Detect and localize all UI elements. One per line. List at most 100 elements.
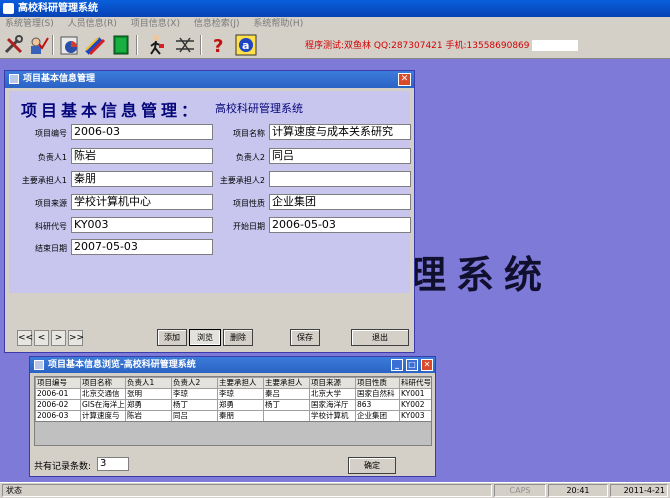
toolbar-separator <box>136 35 138 55</box>
project-grid: 项目编号 项目名称 负责人1 负责人2 主要承担人 主要承担人 项目来源 项目性… <box>34 376 432 422</box>
grid-cell[interactable]: 秦吕 <box>263 388 310 400</box>
grid-cell[interactable]: 2006-03 <box>35 410 81 421</box>
menu-help[interactable]: 系统帮助(H) <box>253 19 303 29</box>
record-count-field[interactable]: 3 <box>97 457 129 471</box>
grid-cell[interactable]: 北京交通信 <box>80 388 126 400</box>
form-button-bar: << < > >> 添加 浏览 删除 保存 退出 <box>9 329 410 349</box>
status-bar: 状态 CAPS 20:41 2011-4-21 <box>0 482 670 498</box>
nav-next-button[interactable]: > <box>51 330 66 346</box>
grid-cell[interactable]: 北京大学 <box>309 388 356 400</box>
project-browse-title: 项目基本信息浏览-高校科研管理系统 <box>48 360 196 370</box>
leader2-field[interactable]: 同吕 <box>269 148 411 164</box>
close-icon[interactable]: ✕ <box>421 359 433 371</box>
grid-cell[interactable]: 郑勇 <box>217 399 264 411</box>
ok-button[interactable]: 确定 <box>348 457 396 474</box>
close-icon[interactable]: ✕ <box>398 73 411 86</box>
grid-header[interactable]: 项目来源 <box>309 377 356 389</box>
table-row[interactable]: 2006-02 GIS在海洋上 郑勇 杨丁 郑勇 杨丁 国家海洋厅 863 KY… <box>35 399 431 411</box>
grid-header[interactable]: 项目编号 <box>35 377 81 389</box>
grid-cell[interactable]: 计算速度与 <box>80 410 126 421</box>
project-name-field[interactable]: 计算速度与成本关系研究 <box>269 124 411 140</box>
app-title: 高校科研管理系统 <box>18 3 98 14</box>
grid-cell[interactable]: GIS在海洋上 <box>80 399 126 411</box>
grid-cell[interactable]: 李琼 <box>217 388 264 400</box>
menu-personnel[interactable]: 人员信息(R) <box>68 19 117 29</box>
help-icon[interactable]: ? <box>208 34 230 57</box>
grid-cell[interactable]: 郑勇 <box>125 399 172 411</box>
end-date-field[interactable]: 2007-05-03 <box>71 239 213 255</box>
about-icon[interactable]: a <box>235 34 257 56</box>
notice-box <box>531 40 578 51</box>
start-date-field[interactable]: 2006-05-03 <box>269 217 411 233</box>
tools-icon[interactable] <box>3 34 25 56</box>
grid-cell[interactable]: KY002 <box>399 399 431 411</box>
menu-project[interactable]: 项目信息(X) <box>131 19 180 29</box>
edit-pencil-icon[interactable] <box>84 34 106 56</box>
research-code-field[interactable]: KY003 <box>71 217 213 233</box>
grid-cell[interactable]: 杨丁 <box>171 399 218 411</box>
toolbar: ? a 程序测试:双鱼林 QQ:287307421 手机:13558690869 <box>0 31 670 59</box>
grid-cell[interactable]: 国家海洋厅 <box>309 399 356 411</box>
grid-header[interactable]: 主要承担人 <box>217 377 264 389</box>
nav-first-button[interactable]: << <box>17 330 33 346</box>
exit-button[interactable]: 退出 <box>351 329 409 346</box>
grid-cell[interactable]: 同吕 <box>171 410 218 421</box>
menu-search[interactable]: 信息检索(J) <box>194 19 240 29</box>
grid-header[interactable]: 主要承担人 <box>263 377 310 389</box>
grid-header[interactable]: 负责人2 <box>171 377 218 389</box>
user-check-icon[interactable] <box>27 34 49 56</box>
window-icon <box>9 74 19 84</box>
source-field[interactable]: 学校计算机中心 <box>71 194 213 210</box>
add-button[interactable]: 添加 <box>157 329 187 346</box>
nature-field[interactable]: 企业集团 <box>269 194 411 210</box>
main1-field[interactable]: 秦朋 <box>71 171 213 187</box>
grid-header[interactable]: 项目名称 <box>80 377 126 389</box>
grid-header[interactable]: 负责人1 <box>125 377 172 389</box>
nav-prev-button[interactable]: < <box>34 330 49 346</box>
menu-system[interactable]: 系统管理(S) <box>5 19 54 29</box>
grid-cell[interactable]: KY001 <box>399 388 431 400</box>
person-walk-icon[interactable] <box>145 34 167 56</box>
grid-cell[interactable]: 2006-02 <box>35 399 81 411</box>
label-project-no: 项目编号 <box>35 129 67 138</box>
grid-cell[interactable]: 国家自然科 <box>355 388 400 400</box>
toolbar-separator <box>200 35 202 55</box>
table-row[interactable]: 2006-03 计算速度与 陈岩 同吕 秦朋 学校计算机 企业集团 KY003 <box>35 410 431 421</box>
label-source: 项目来源 <box>35 199 67 208</box>
project-browse-titlebar[interactable]: 项目基本信息浏览-高校科研管理系统 _ □ ✕ <box>30 357 435 373</box>
book-icon[interactable] <box>110 34 132 56</box>
leader1-field[interactable]: 陈岩 <box>71 148 213 164</box>
main2-field[interactable] <box>269 171 411 187</box>
save-button[interactable]: 保存 <box>290 329 320 346</box>
grid-cell[interactable] <box>263 410 310 421</box>
grid-cell[interactable]: KY003 <box>399 410 431 421</box>
grid-cell[interactable]: 学校计算机 <box>309 410 356 421</box>
table-row[interactable]: 2006-01 北京交通信 张明 李琼 李琼 秦吕 北京大学 国家自然科 KY0… <box>35 388 431 400</box>
status-time: 20:41 <box>548 484 608 497</box>
grid-cell[interactable]: 张明 <box>125 388 172 400</box>
network-icon[interactable] <box>174 34 196 56</box>
grid-header[interactable]: 科研代号 <box>399 377 431 389</box>
minimize-icon[interactable]: _ <box>391 359 403 371</box>
label-research-code: 科研代号 <box>35 222 67 231</box>
grid-cell[interactable]: 李琼 <box>171 388 218 400</box>
form-subheading: 高校科研管理系统 <box>215 102 303 115</box>
delete-button[interactable]: 删除 <box>223 329 253 346</box>
grid-header[interactable]: 项目性质 <box>355 377 400 389</box>
maximize-icon[interactable]: □ <box>406 359 418 371</box>
nav-last-button[interactable]: >> <box>68 330 84 346</box>
browse-button[interactable]: 浏览 <box>189 329 221 346</box>
label-end-date: 结束日期 <box>35 244 67 253</box>
project-info-titlebar[interactable]: 项目基本信息管理 ✕ <box>5 71 414 88</box>
grid-cell[interactable]: 2006-01 <box>35 388 81 400</box>
window-icon <box>34 360 44 370</box>
grid-cell[interactable]: 杨丁 <box>263 399 310 411</box>
grid-cell[interactable]: 863 <box>355 399 400 411</box>
record-count-label: 共有记录条数: <box>34 462 92 472</box>
report-icon[interactable] <box>59 34 81 56</box>
grid-cell[interactable]: 陈岩 <box>125 410 172 421</box>
grid-cell[interactable]: 企业集团 <box>355 410 400 421</box>
project-no-field[interactable]: 2006-03 <box>71 124 213 140</box>
app-icon <box>3 3 14 14</box>
grid-cell[interactable]: 秦朋 <box>217 410 264 421</box>
